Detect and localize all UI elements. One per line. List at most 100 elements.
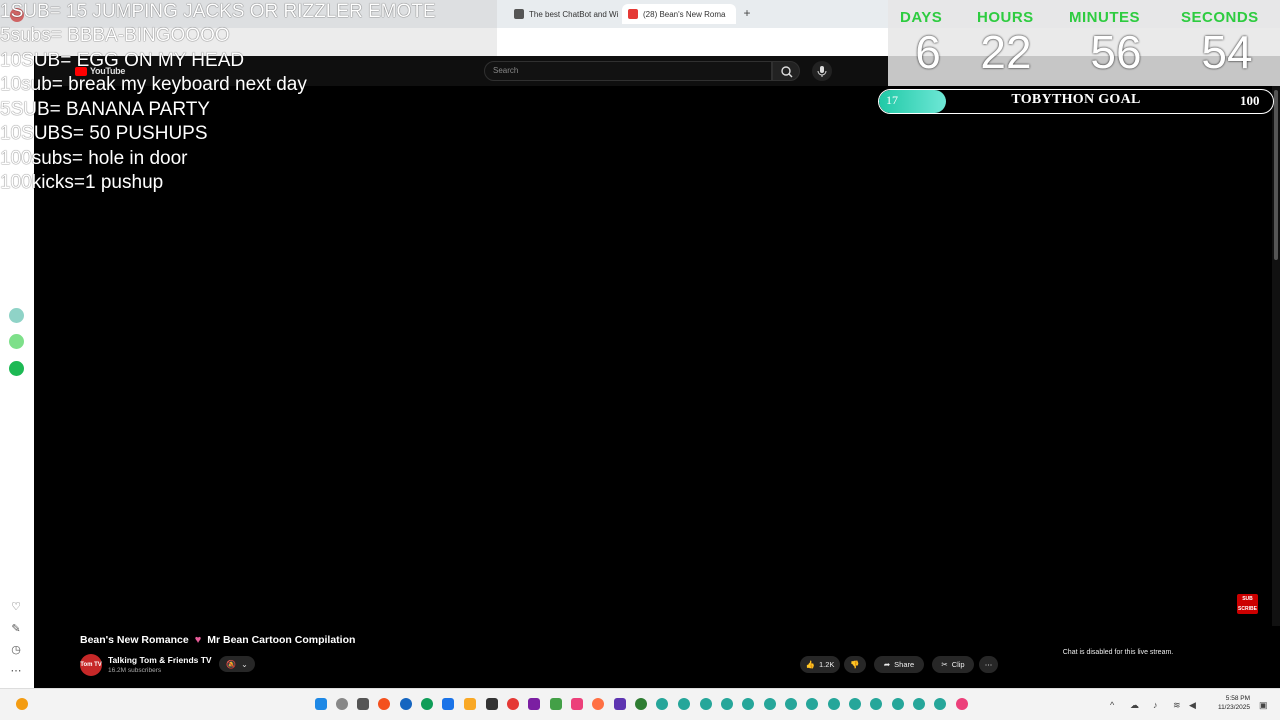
- terminal-taskbar-icon[interactable]: [486, 698, 498, 710]
- taskbar-clock[interactable]: 5:58 PM 11/23/2025: [1206, 694, 1250, 712]
- whatsapp-icon[interactable]: [9, 334, 24, 349]
- app7-taskbar-icon[interactable]: [656, 698, 668, 710]
- chevron-up-icon[interactable]: ^: [1110, 700, 1114, 710]
- scissors-icon: ✂: [941, 660, 948, 669]
- app14-taskbar-icon[interactable]: [806, 698, 818, 710]
- share-label: Share: [894, 660, 915, 669]
- search-taskbar-icon[interactable]: [336, 698, 348, 710]
- rule-item: 100subs= hole in door: [0, 148, 188, 169]
- thumbs-down-icon: 👎: [850, 660, 860, 669]
- app18-taskbar-icon[interactable]: [892, 698, 904, 710]
- more-icon[interactable]: ⋯: [9, 664, 23, 678]
- store-taskbar-icon[interactable]: [442, 698, 454, 710]
- rule-item: 10SUB= EGG ON MY HEAD: [0, 50, 245, 71]
- app9-taskbar-icon[interactable]: [700, 698, 712, 710]
- tab-chatbot[interactable]: The best ChatBot and Wi: [508, 4, 622, 24]
- app3-taskbar-icon[interactable]: [550, 698, 562, 710]
- countdown-hours: 22: [980, 26, 1032, 78]
- share-button[interactable]: ➦ Share: [874, 656, 924, 673]
- countdown-label-hours: HOURS: [977, 9, 1034, 26]
- video-player[interactable]: [35, 86, 1275, 626]
- notification-bell-button[interactable]: 🔕 ⌄: [219, 656, 255, 672]
- onedrive-icon[interactable]: ☁: [1130, 700, 1139, 711]
- screen: The best ChatBot and Wi (28) Bean's New …: [0, 0, 1280, 720]
- app10-taskbar-icon[interactable]: [721, 698, 733, 710]
- spotify-icon[interactable]: [9, 361, 24, 376]
- app19-taskbar-icon[interactable]: [913, 698, 925, 710]
- wifi-icon[interactable]: ≋: [1173, 700, 1181, 711]
- voice-search-button[interactable]: [812, 61, 832, 81]
- edit-icon[interactable]: ✎: [9, 622, 23, 636]
- app12-taskbar-icon[interactable]: [764, 698, 776, 710]
- rule-item: 10SUBS= 50 PUSHUPS: [0, 123, 208, 144]
- app11-taskbar-icon[interactable]: [742, 698, 754, 710]
- countdown-seconds: 54: [1201, 26, 1253, 78]
- clock-date: 11/23/2025: [1217, 704, 1250, 711]
- more-icon: ⋯: [984, 660, 993, 669]
- video-title: Bean's New Romance ♥ Mr Bean Cartoon Com…: [80, 634, 355, 646]
- app13-taskbar-icon[interactable]: [785, 698, 797, 710]
- clip-label: Clip: [951, 660, 965, 669]
- search-button[interactable]: [772, 61, 800, 81]
- countdown-label-minutes: MINUTES: [1069, 9, 1140, 26]
- app5-taskbar-icon[interactable]: [592, 698, 604, 710]
- new-tab-button[interactable]: +: [740, 6, 754, 20]
- tab-youtube[interactable]: (28) Bean's New Roma: [622, 4, 736, 24]
- app6-taskbar-icon[interactable]: [614, 698, 626, 710]
- goal-max: 100: [1240, 93, 1260, 108]
- whatsapp-taskbar-icon[interactable]: [635, 698, 647, 710]
- clock-time: 5:58 PM: [1225, 695, 1250, 702]
- browser-taskbar-icon[interactable]: [378, 698, 390, 710]
- weather-widget-icon[interactable]: [16, 698, 28, 710]
- youtube-favicon-icon: [628, 9, 638, 19]
- rule-item: 5SUB= BANANA PARTY: [0, 99, 210, 120]
- more-actions-button[interactable]: ⋯: [979, 656, 998, 673]
- clip-button[interactable]: ✂ Clip: [932, 656, 974, 673]
- task-view-icon[interactable]: [357, 698, 369, 710]
- app15-taskbar-icon[interactable]: [828, 698, 840, 710]
- edge-taskbar-icon[interactable]: [421, 698, 433, 710]
- video-title-suffix: Mr Bean Cartoon Compilation: [207, 634, 356, 646]
- chatbot-favicon-icon: [514, 9, 524, 19]
- subscribe-watermark[interactable]: SUB SCRIBE: [1237, 594, 1258, 614]
- goal-current: 17: [886, 93, 898, 107]
- video-title-text: Bean's New Romance: [80, 634, 189, 646]
- app21-taskbar-icon[interactable]: [956, 698, 968, 710]
- volume-icon[interactable]: ◀: [1189, 700, 1196, 711]
- rule-item: 1SUB= 15 JUMPING JACKS OR RIZZLER EMOTE: [0, 1, 436, 22]
- sidebar-app-icon[interactable]: [9, 308, 24, 323]
- search-input[interactable]: Search: [484, 61, 772, 81]
- chevron-down-icon: ⌄: [241, 659, 248, 669]
- like-button[interactable]: 👍 1.2K: [800, 656, 840, 673]
- bell-off-icon: 🔕: [226, 659, 237, 669]
- app-taskbar-icon[interactable]: [400, 698, 412, 710]
- channel-name[interactable]: Talking Tom & Friends TV: [108, 655, 212, 665]
- search-icon: [781, 66, 793, 78]
- countdown-label-seconds: SECONDS: [1181, 9, 1259, 26]
- file-explorer-icon[interactable]: [464, 698, 476, 710]
- rule-item: 10sub= break my keyboard next day: [0, 74, 307, 95]
- app8-taskbar-icon[interactable]: [678, 698, 690, 710]
- dislike-button[interactable]: 👎: [844, 656, 866, 673]
- scrollbar-thumb[interactable]: [1274, 90, 1278, 260]
- rule-item: 5subs= BBBA-BINGOOOO: [0, 25, 230, 46]
- notifications-icon[interactable]: ▣: [1259, 700, 1268, 711]
- like-count: 1.2K: [818, 660, 835, 669]
- history-icon[interactable]: ◷: [9, 643, 23, 657]
- app16-taskbar-icon[interactable]: [849, 698, 861, 710]
- microphone-tray-icon[interactable]: ♪: [1153, 700, 1158, 710]
- opera-taskbar-icon[interactable]: [507, 698, 519, 710]
- chat-disabled-message: Chat is disabled for this live stream.: [1062, 649, 1174, 656]
- heart-emoji-icon: ♥: [194, 634, 202, 646]
- thumbs-up-icon: 👍: [805, 660, 815, 669]
- app17-taskbar-icon[interactable]: [870, 698, 882, 710]
- windows-start-icon[interactable]: [315, 698, 327, 710]
- app2-taskbar-icon[interactable]: [528, 698, 540, 710]
- app4-taskbar-icon[interactable]: [571, 698, 583, 710]
- heart-icon[interactable]: ♡: [9, 600, 23, 614]
- share-icon: ➦: [883, 660, 891, 669]
- channel-avatar[interactable]: Tom TV: [80, 654, 102, 676]
- channel-subscriber-count: 16.2M subscribers: [108, 667, 162, 674]
- app20-taskbar-icon[interactable]: [934, 698, 946, 710]
- goal-title: TOBYTHON GOAL: [1011, 92, 1141, 107]
